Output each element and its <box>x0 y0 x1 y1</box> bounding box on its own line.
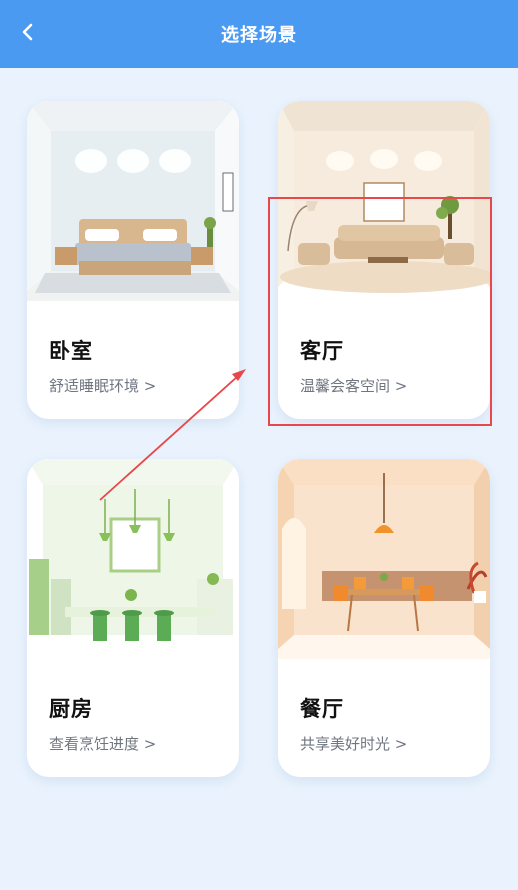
top-bar: 选择场景 <box>0 0 518 68</box>
scene-desc: 共享美好时光 > <box>300 735 408 753</box>
scene-name: 客厅 <box>300 339 344 363</box>
scene-desc: 舒适睡眠环境 > <box>49 377 157 395</box>
dining-room-image <box>278 459 490 659</box>
back-button[interactable] <box>14 18 42 46</box>
scene-card-dining-room[interactable]: 餐厅 共享美好时光 > <box>278 459 490 777</box>
scene-desc: 温馨会客空间 > <box>300 377 408 395</box>
page-title: 选择场景 <box>221 25 297 46</box>
living-room-image <box>278 101 490 301</box>
kitchen-image <box>27 459 239 659</box>
scene-name: 餐厅 <box>300 697 344 721</box>
scene-card-kitchen[interactable]: 厨房 查看烹饪进度 > <box>27 459 239 777</box>
scene-card-bedroom[interactable]: 卧室 舒适睡眠环境 > <box>27 101 239 419</box>
chevron-left-icon <box>22 23 33 41</box>
scene-card-living-room[interactable]: 客厅 温馨会客空间 > <box>278 101 490 419</box>
scene-name: 厨房 <box>49 697 93 721</box>
bedroom-image <box>27 101 239 301</box>
scene-desc: 查看烹饪进度 > <box>49 735 157 753</box>
scene-name: 卧室 <box>49 339 93 363</box>
